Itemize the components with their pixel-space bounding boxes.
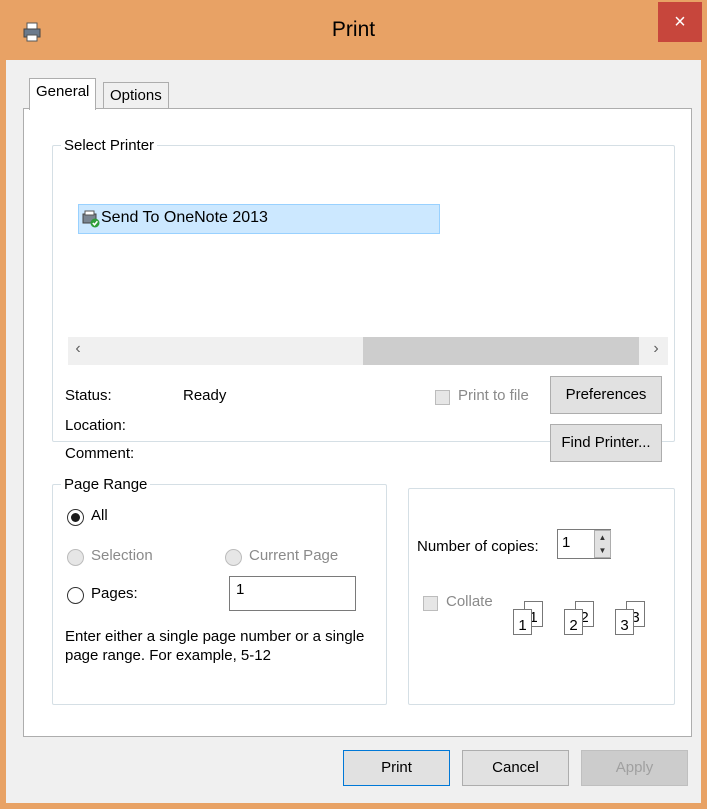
find-printer-button[interactable]: Find Printer...	[550, 424, 662, 462]
print-to-file-checkbox[interactable]	[435, 390, 450, 405]
scroll-left-arrow[interactable]: ‹	[68, 340, 88, 358]
page-range-group: Page Range All Selection Current Page Pa…	[52, 476, 387, 705]
location-label: Location:	[65, 417, 126, 434]
tab-general[interactable]: General	[29, 78, 97, 110]
radio-pages-label: Pages:	[91, 585, 138, 602]
select-printer-group: Select Printer Send To OneNote 2013 ‹ › …	[52, 137, 675, 462]
radio-all-label: All	[91, 507, 108, 524]
printer-list-item[interactable]: Send To OneNote 2013	[78, 204, 440, 234]
collate-page: 1	[513, 609, 532, 635]
collate-illustration: 1 1 2 2 3 3	[513, 593, 673, 653]
printer-name: Send To OneNote 2013	[101, 209, 268, 226]
print-button[interactable]: Print	[343, 750, 450, 786]
page-range-legend: Page Range	[64, 476, 148, 493]
collate-page: 3	[615, 609, 634, 635]
radio-pages[interactable]	[67, 587, 84, 604]
window-title: Print	[331, 18, 376, 41]
onenote-printer-icon	[82, 210, 100, 228]
copies-spinner[interactable]: ▲ ▼	[594, 530, 611, 558]
radio-current-page[interactable]	[225, 549, 242, 566]
status-value: Ready	[183, 387, 227, 404]
collate-page: 2	[564, 609, 583, 635]
copies-label: Number of copies:	[417, 538, 539, 555]
printer-list-scrollbar[interactable]: ‹ ›	[68, 337, 668, 365]
pages-input[interactable]: 1	[229, 576, 356, 611]
radio-current-page-label: Current Page	[249, 547, 339, 564]
radio-all[interactable]	[67, 509, 84, 526]
radio-selection-label: Selection	[91, 547, 153, 564]
status-label: Status:	[65, 387, 112, 404]
spin-down-icon[interactable]: ▼	[595, 544, 610, 557]
copies-group: Number of copies: 1 ▲ ▼ Collate 1 1 2 2 …	[408, 488, 675, 705]
cancel-button[interactable]: Cancel	[462, 750, 569, 786]
page-range-hint: Enter either a single page number or a s…	[65, 628, 365, 664]
collate-label: Collate	[446, 593, 493, 610]
spin-up-icon[interactable]: ▲	[595, 531, 610, 544]
tab-options[interactable]: Options	[103, 82, 169, 110]
radio-selection[interactable]	[67, 549, 84, 566]
select-printer-legend: Select Printer	[64, 137, 155, 154]
title-bar[interactable]: Print ×	[0, 0, 707, 60]
close-button[interactable]: ×	[658, 2, 702, 42]
collate-checkbox[interactable]	[423, 596, 438, 611]
apply-button[interactable]: Apply	[581, 750, 688, 786]
dialog-body: General Options Select Printer Send To O…	[6, 60, 701, 803]
print-to-file-label: Print to file	[458, 387, 529, 404]
scroll-thumb[interactable]	[363, 337, 639, 365]
preferences-button[interactable]: Preferences	[550, 376, 662, 414]
scroll-right-arrow[interactable]: ›	[646, 340, 666, 358]
tab-panel-general: Select Printer Send To OneNote 2013 ‹ › …	[23, 108, 692, 737]
comment-label: Comment:	[65, 445, 135, 462]
